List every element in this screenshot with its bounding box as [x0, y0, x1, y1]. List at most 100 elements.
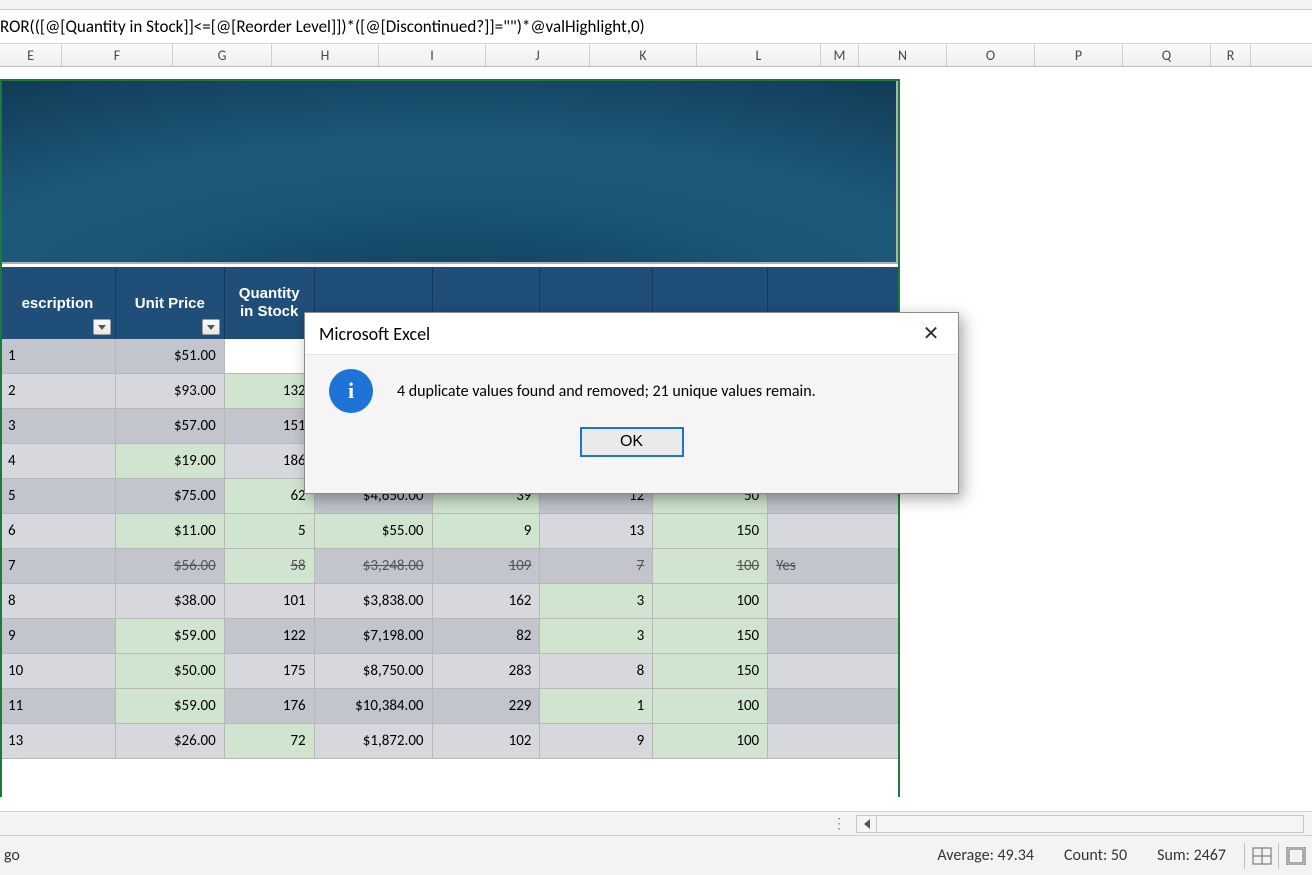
- cell[interactable]: 82: [433, 619, 541, 654]
- view-normal-icon[interactable]: [1244, 843, 1278, 869]
- cell[interactable]: $50.00: [116, 654, 225, 689]
- cell[interactable]: 3: [540, 619, 653, 654]
- col-header-P[interactable]: P: [1035, 44, 1123, 66]
- cell[interactable]: $59.00: [116, 619, 225, 654]
- filter-button[interactable]: [93, 319, 111, 335]
- cell[interactable]: [225, 339, 315, 374]
- ok-button[interactable]: OK: [580, 427, 684, 457]
- cell[interactable]: 100: [653, 724, 768, 759]
- cell[interactable]: $55.00: [315, 514, 433, 549]
- cell[interactable]: 229: [433, 689, 541, 724]
- cell[interactable]: 9: [540, 724, 653, 759]
- cell[interactable]: 1: [540, 689, 653, 724]
- cell[interactable]: 13: [0, 724, 116, 759]
- col-header-J[interactable]: J: [486, 44, 590, 66]
- cell[interactable]: 9: [0, 619, 116, 654]
- cell[interactable]: $7,198.00: [315, 619, 433, 654]
- col-header-R[interactable]: R: [1211, 44, 1251, 66]
- view-page-layout-icon[interactable]: [1278, 843, 1312, 869]
- cell[interactable]: [768, 689, 898, 724]
- cell[interactable]: $51.00: [116, 339, 225, 374]
- col-header-H[interactable]: H: [272, 44, 379, 66]
- col-header-E[interactable]: E: [0, 44, 62, 66]
- cell[interactable]: 11: [0, 689, 116, 724]
- cell[interactable]: 10: [0, 654, 116, 689]
- cell[interactable]: 150: [653, 514, 768, 549]
- cell[interactable]: Yes: [768, 549, 898, 584]
- cell[interactable]: $38.00: [116, 584, 225, 619]
- cell[interactable]: $56.00: [116, 549, 225, 584]
- horizontal-scroll[interactable]: ⋮: [0, 811, 1312, 835]
- col-header-N[interactable]: N: [859, 44, 947, 66]
- table-row[interactable]: 7$56.0058$3,248.001097100Yes: [0, 549, 898, 584]
- cell[interactable]: 7: [0, 549, 116, 584]
- cell[interactable]: $26.00: [116, 724, 225, 759]
- cell[interactable]: $8,750.00: [315, 654, 433, 689]
- cell[interactable]: $93.00: [116, 374, 225, 409]
- cell[interactable]: 3: [0, 409, 116, 444]
- cell[interactable]: 2: [0, 374, 116, 409]
- cell[interactable]: $10,384.00: [315, 689, 433, 724]
- table-row[interactable]: 8$38.00101$3,838.001623100: [0, 584, 898, 619]
- cell[interactable]: $75.00: [116, 479, 225, 514]
- th-qty-stock[interactable]: Quantity in Stock: [225, 267, 315, 339]
- sheet-tab-dots-icon[interactable]: ⋮: [830, 815, 850, 832]
- cell[interactable]: $19.00: [116, 444, 225, 479]
- cell[interactable]: 100: [653, 584, 768, 619]
- formula-bar[interactable]: ROR(([@[Quantity in Stock]]<=[@[Reorder …: [0, 10, 1312, 44]
- cell[interactable]: 100: [653, 689, 768, 724]
- cell[interactable]: 13: [540, 514, 653, 549]
- th-description[interactable]: escription: [0, 267, 116, 339]
- cell[interactable]: $57.00: [116, 409, 225, 444]
- col-header-Q[interactable]: Q: [1123, 44, 1211, 66]
- column-headers[interactable]: E F G H I J K L M N O P Q R: [0, 44, 1312, 67]
- th-unit-price[interactable]: Unit Price: [116, 267, 225, 339]
- cell[interactable]: 5: [225, 514, 315, 549]
- cell[interactable]: 4: [0, 444, 116, 479]
- cell[interactable]: 175: [225, 654, 315, 689]
- cell[interactable]: [768, 584, 898, 619]
- cell[interactable]: 8: [540, 654, 653, 689]
- cell[interactable]: 150: [653, 619, 768, 654]
- cell[interactable]: [768, 514, 898, 549]
- cell[interactable]: 5: [0, 479, 116, 514]
- col-header-O[interactable]: O: [947, 44, 1035, 66]
- cell[interactable]: 3: [540, 584, 653, 619]
- cell[interactable]: $3,838.00: [315, 584, 433, 619]
- cell[interactable]: 176: [225, 689, 315, 724]
- cell[interactable]: [768, 724, 898, 759]
- cell[interactable]: 122: [225, 619, 315, 654]
- table-row[interactable]: 11$59.00176$10,384.002291100: [0, 689, 898, 724]
- table-row[interactable]: 13$26.0072$1,872.001029100: [0, 724, 898, 759]
- col-header-L[interactable]: L: [697, 44, 821, 66]
- cell[interactable]: $1,872.00: [315, 724, 433, 759]
- cell[interactable]: 102: [433, 724, 541, 759]
- col-header-M[interactable]: M: [821, 44, 859, 66]
- worksheet[interactable]: escription Unit Price Quantity in Stock …: [0, 67, 1312, 797]
- table-row[interactable]: 10$50.00175$8,750.002838150: [0, 654, 898, 689]
- cell[interactable]: 7: [540, 549, 653, 584]
- cell[interactable]: 100: [653, 549, 768, 584]
- close-icon[interactable]: ✕: [916, 319, 946, 349]
- col-header-G[interactable]: G: [173, 44, 272, 66]
- cell[interactable]: 8: [0, 584, 116, 619]
- cell[interactable]: 283: [433, 654, 541, 689]
- cell[interactable]: 62: [225, 479, 315, 514]
- cell[interactable]: $59.00: [116, 689, 225, 724]
- hscroll-track[interactable]: [856, 815, 1304, 833]
- col-header-F[interactable]: F: [62, 44, 173, 66]
- formula-text[interactable]: ROR(([@[Quantity in Stock]]<=[@[Reorder …: [0, 16, 645, 37]
- cell[interactable]: 6: [0, 514, 116, 549]
- cell[interactable]: 101: [225, 584, 315, 619]
- cell[interactable]: [768, 619, 898, 654]
- cell[interactable]: 151: [225, 409, 315, 444]
- cell[interactable]: 1: [0, 339, 116, 374]
- cell[interactable]: 72: [225, 724, 315, 759]
- table-row[interactable]: 6$11.005$55.00913150: [0, 514, 898, 549]
- cell[interactable]: 132: [225, 374, 315, 409]
- cell[interactable]: 150: [653, 654, 768, 689]
- table-row[interactable]: 9$59.00122$7,198.00823150: [0, 619, 898, 654]
- cell[interactable]: 9: [433, 514, 541, 549]
- cell[interactable]: 186: [225, 444, 315, 479]
- cell[interactable]: 109: [433, 549, 541, 584]
